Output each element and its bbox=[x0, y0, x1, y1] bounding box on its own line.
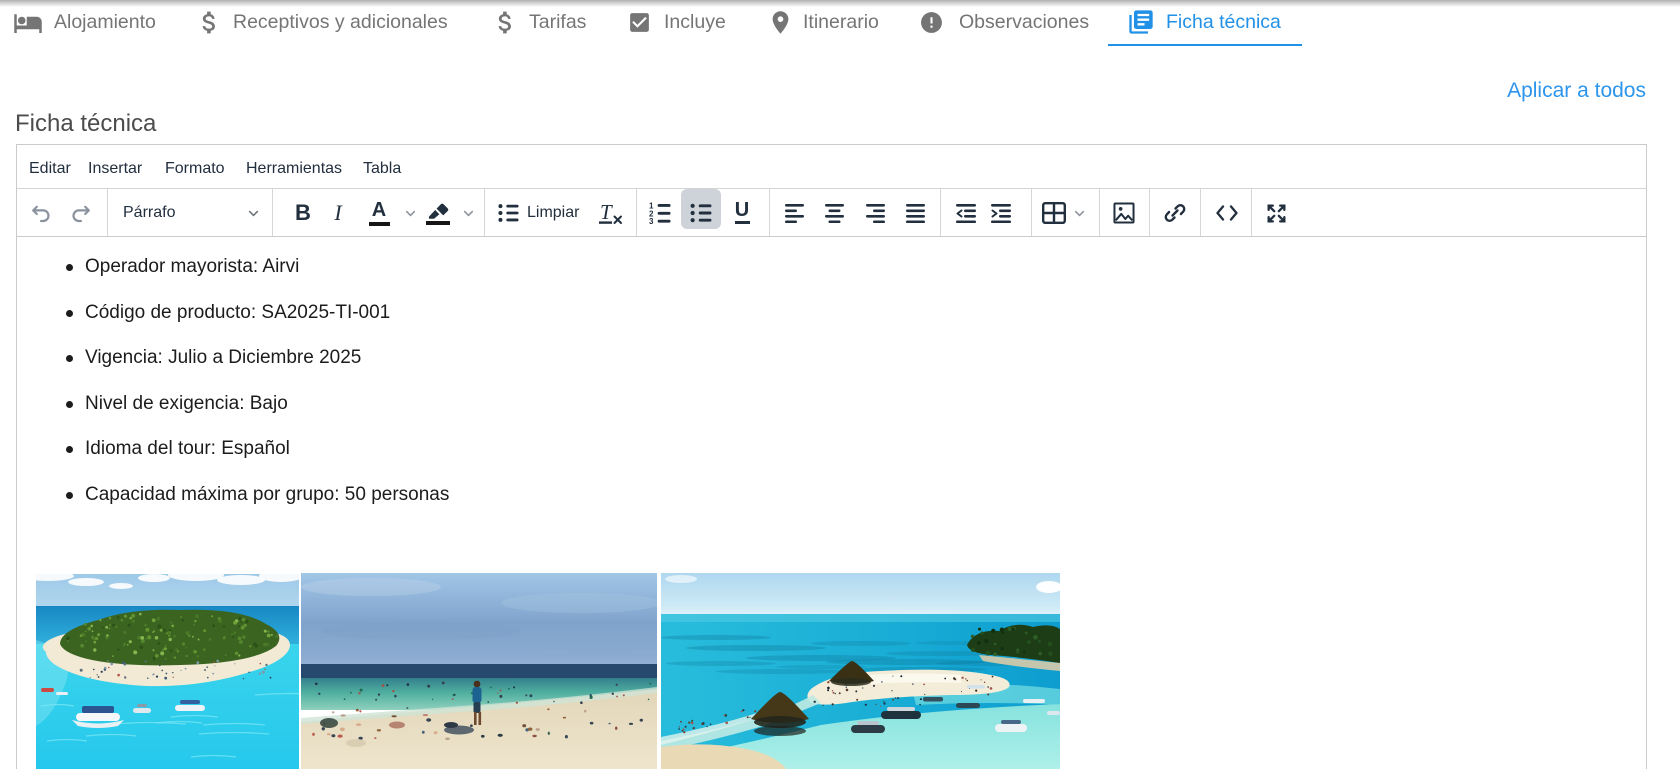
svg-text:T: T bbox=[600, 202, 613, 224]
svg-text:3: 3 bbox=[649, 217, 654, 224]
